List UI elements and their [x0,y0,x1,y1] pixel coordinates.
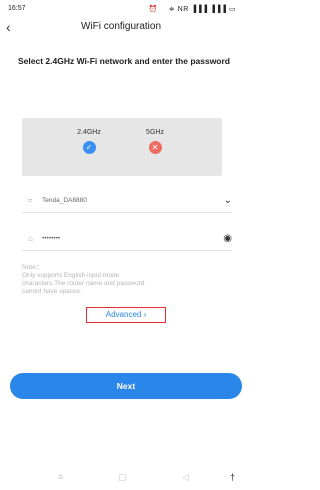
note-text: Note： Only supports English input mode c… [22,264,227,296]
status-time: 16:57 [8,5,26,12]
note-line: Only supports English input mode [22,272,120,279]
cross-icon: ✕ [148,141,162,154]
band-label-5ghz: 5GHz [146,129,164,136]
note-line: characters.The router name and password [22,280,145,287]
next-button[interactable]: Next [10,373,242,399]
password-field[interactable]: ⌂ •••••••• ◉ [22,230,232,251]
chevron-down-icon[interactable]: ⌄ [224,195,232,206]
note-title: Note： [22,264,43,271]
band-comparison-card: 2.4GHz ✓ 5GHz ✕ [22,118,222,176]
ssid-value: Tenda_DA8880 [42,197,87,204]
band-option-5ghz: 5GHz ✕ [135,128,175,154]
instruction-text: Select 2.4GHz Wi-Fi network and enter th… [18,56,230,66]
ssid-field[interactable]: ≈ Tenda_DA8880 ⌄ [22,192,232,213]
eye-icon[interactable]: ◉ [223,233,232,244]
band-label-2-4ghz: 2.4GHz [77,129,101,136]
page-title: WiFi configuration [80,21,162,32]
advanced-link[interactable]: Advanced › [86,307,166,323]
lock-icon: ⌂ [28,234,33,243]
check-icon: ✓ [82,141,96,154]
note-line: cannot have spaces. [22,288,82,295]
home-icon[interactable]: ▢ [118,472,127,483]
system-nav-bar: ≡ ▢ ◁ † [0,466,242,490]
wifi-icon: ≈ [28,196,33,205]
password-value[interactable]: •••••••• [42,235,60,242]
menu-icon[interactable]: ≡ [58,472,63,482]
back-triangle-icon[interactable]: ◁ [182,472,189,483]
status-icons: ⏰  ≑ NR ▐▐▐ ▐▐▐ ▭ [148,6,236,13]
band-option-2-4ghz: 2.4GHz ✓ [69,128,109,154]
status-bar: 16:57 ⏰  ≑ NR ▐▐▐ ▐▐▐ ▭ [0,0,242,16]
header: ‹ WiFi configuration [0,18,242,38]
accessibility-icon[interactable]: † [230,472,235,482]
